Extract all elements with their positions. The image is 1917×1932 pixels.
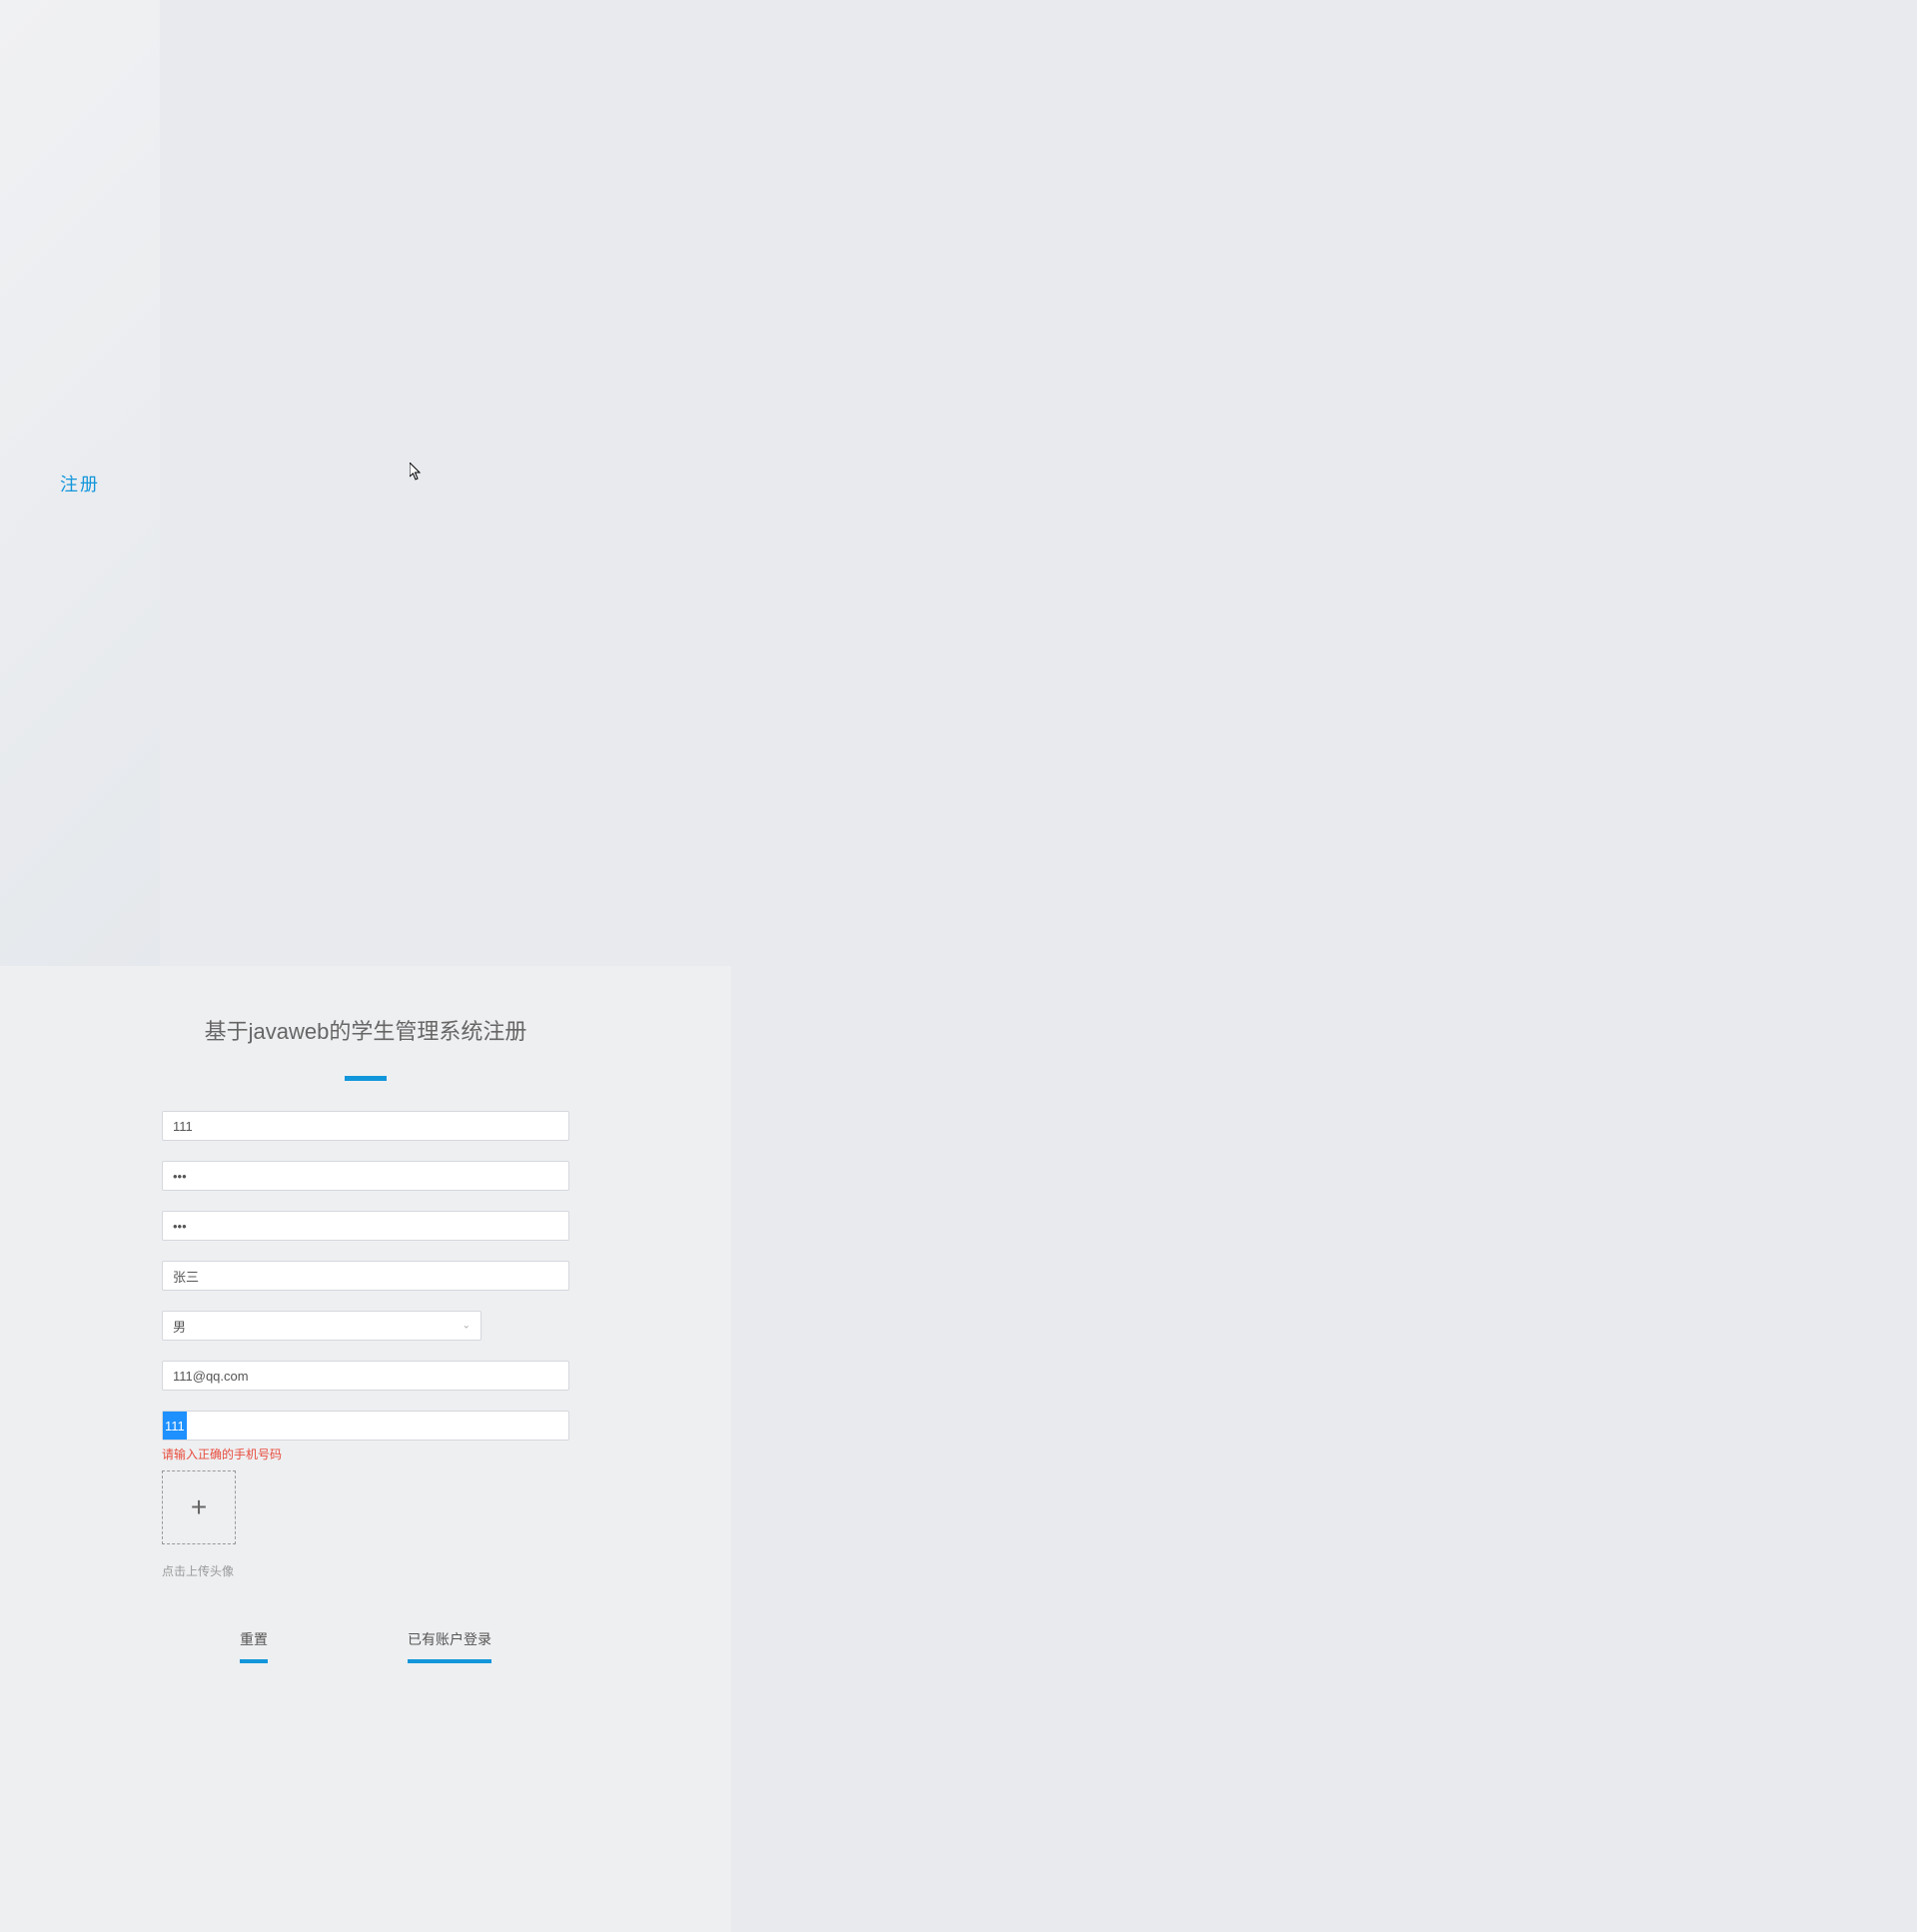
confirm-password-input[interactable] [162,1211,569,1241]
gender-value: 男 [173,1317,186,1336]
register-label: 注册 [60,471,100,496]
phone-selected-text: 111 [163,1412,187,1440]
form-container: 男 ⌄ 111 请输入正确的手机号码 + 点击上传头像 重置 已有账户登录 [162,1111,569,1663]
page-title: 基于javaweb的学生管理系统注册 [0,1014,731,1046]
button-row: 重置 已有账户登录 [162,1629,569,1663]
plus-icon: + [191,1491,207,1523]
cursor-icon [410,463,424,481]
password-input[interactable] [162,1161,569,1191]
upload-hint: 点击上传头像 [162,1562,569,1579]
username-input[interactable] [162,1111,569,1141]
form-panel: 基于javaweb的学生管理系统注册 男 ⌄ 111 请输入正确的手机号码 + … [0,966,731,1932]
phone-input-wrapper: 111 [162,1411,569,1441]
chevron-down-icon: ⌄ [463,1321,471,1332]
avatar-upload-box[interactable]: + [162,1470,236,1544]
login-link-button[interactable]: 已有账户登录 [408,1629,491,1663]
reset-button[interactable]: 重置 [240,1629,268,1663]
title-underline [345,1076,387,1081]
email-input[interactable] [162,1361,569,1391]
gender-select[interactable]: 男 ⌄ [162,1311,481,1341]
phone-error-message: 请输入正确的手机号码 [162,1446,569,1462]
left-panel: 注册 [0,0,160,966]
realname-input[interactable] [162,1261,569,1291]
phone-input[interactable] [162,1411,569,1441]
